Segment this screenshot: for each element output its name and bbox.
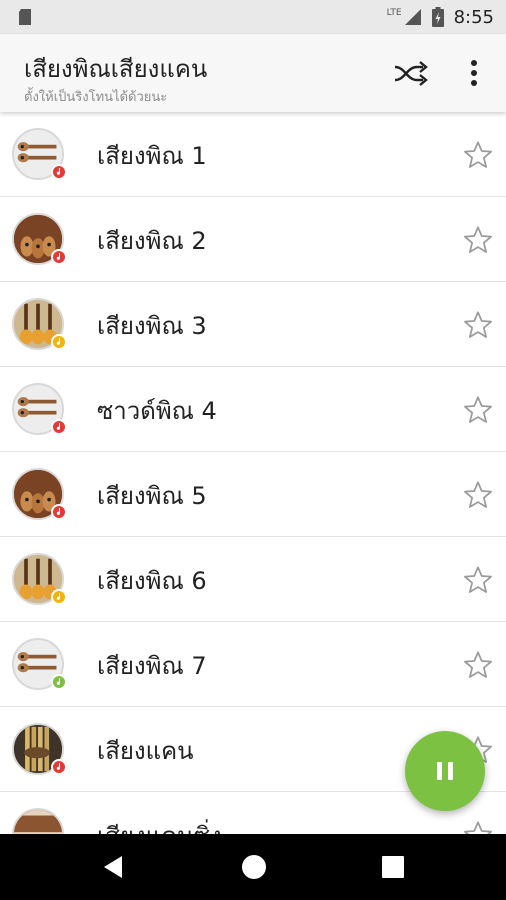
sound-title: ซาวด์พิณ 4 (97, 397, 217, 425)
list-item[interactable]: เสียงพิณ 2 (0, 197, 506, 282)
app-title: เสียงพิณเสียงแคน (24, 55, 208, 83)
music-note-badge (51, 164, 67, 180)
shuffle-icon[interactable] (393, 58, 429, 88)
favorite-star-icon[interactable] (462, 649, 494, 681)
list-item[interactable]: เสียงพิณ 5 (0, 452, 506, 537)
sound-title: เสียงพิณ 2 (97, 227, 207, 255)
list-item[interactable]: เสียงพิณ 7 (0, 622, 506, 707)
favorite-star-icon[interactable] (462, 394, 494, 426)
sound-title: เสียงพิณ 7 (97, 652, 207, 680)
home-icon[interactable] (241, 854, 267, 880)
battery-icon (431, 7, 444, 27)
sd-card-icon (19, 9, 31, 25)
music-note-badge (51, 504, 67, 520)
music-note-badge (51, 759, 67, 775)
more-vert-icon[interactable] (462, 56, 486, 90)
favorite-star-icon[interactable] (462, 479, 494, 511)
favorite-star-icon[interactable] (462, 139, 494, 171)
favorite-star-icon[interactable] (462, 309, 494, 341)
music-note-badge (51, 334, 67, 350)
nav-bar (0, 834, 506, 900)
sound-title: เสียงแคนซิ่ง (97, 816, 222, 834)
favorite-star-icon[interactable] (462, 224, 494, 256)
sound-title: เสียงพิณ 5 (97, 482, 207, 510)
pause-icon (437, 762, 453, 780)
sound-title: เสียงแคน (97, 737, 194, 765)
music-note-badge (51, 589, 67, 605)
back-icon[interactable] (100, 854, 124, 880)
music-note-badge (51, 419, 67, 435)
pause-button[interactable] (405, 731, 485, 811)
music-note-badge (51, 674, 67, 690)
sound-title: เสียงพิณ 6 (97, 567, 207, 595)
clock: 8:55 (453, 6, 494, 28)
thumbnail-image (12, 808, 64, 834)
favorite-star-icon[interactable] (462, 819, 494, 834)
app-bar: เสียงพิณเสียงแคน ตั้งให้เป็นริงโทนได้ด้ว… (0, 34, 506, 112)
signal-icon (404, 9, 421, 25)
sound-title: เสียงพิณ 3 (97, 312, 207, 340)
favorite-star-icon[interactable] (462, 564, 494, 596)
app-subtitle: ตั้งให้เป็นริงโทนได้ด้วยนะ (24, 90, 168, 105)
sound-list: เสียงพิณ 1 เสียงพิณ 2 เสียงพิณ 3 ซาวด์พิ… (0, 112, 506, 834)
status-bar: LTE 8:55 (0, 0, 506, 34)
sound-title: เสียงพิณ 1 (97, 142, 207, 170)
list-item[interactable]: เสียงพิณ 1 (0, 112, 506, 197)
lte-label: LTE (386, 8, 402, 18)
music-note-badge (51, 249, 67, 265)
list-item[interactable]: ซาวด์พิณ 4 (0, 367, 506, 452)
recents-icon[interactable] (382, 856, 404, 878)
list-item[interactable]: เสียงพิณ 3 (0, 282, 506, 367)
list-item[interactable]: เสียงพิณ 6 (0, 537, 506, 622)
